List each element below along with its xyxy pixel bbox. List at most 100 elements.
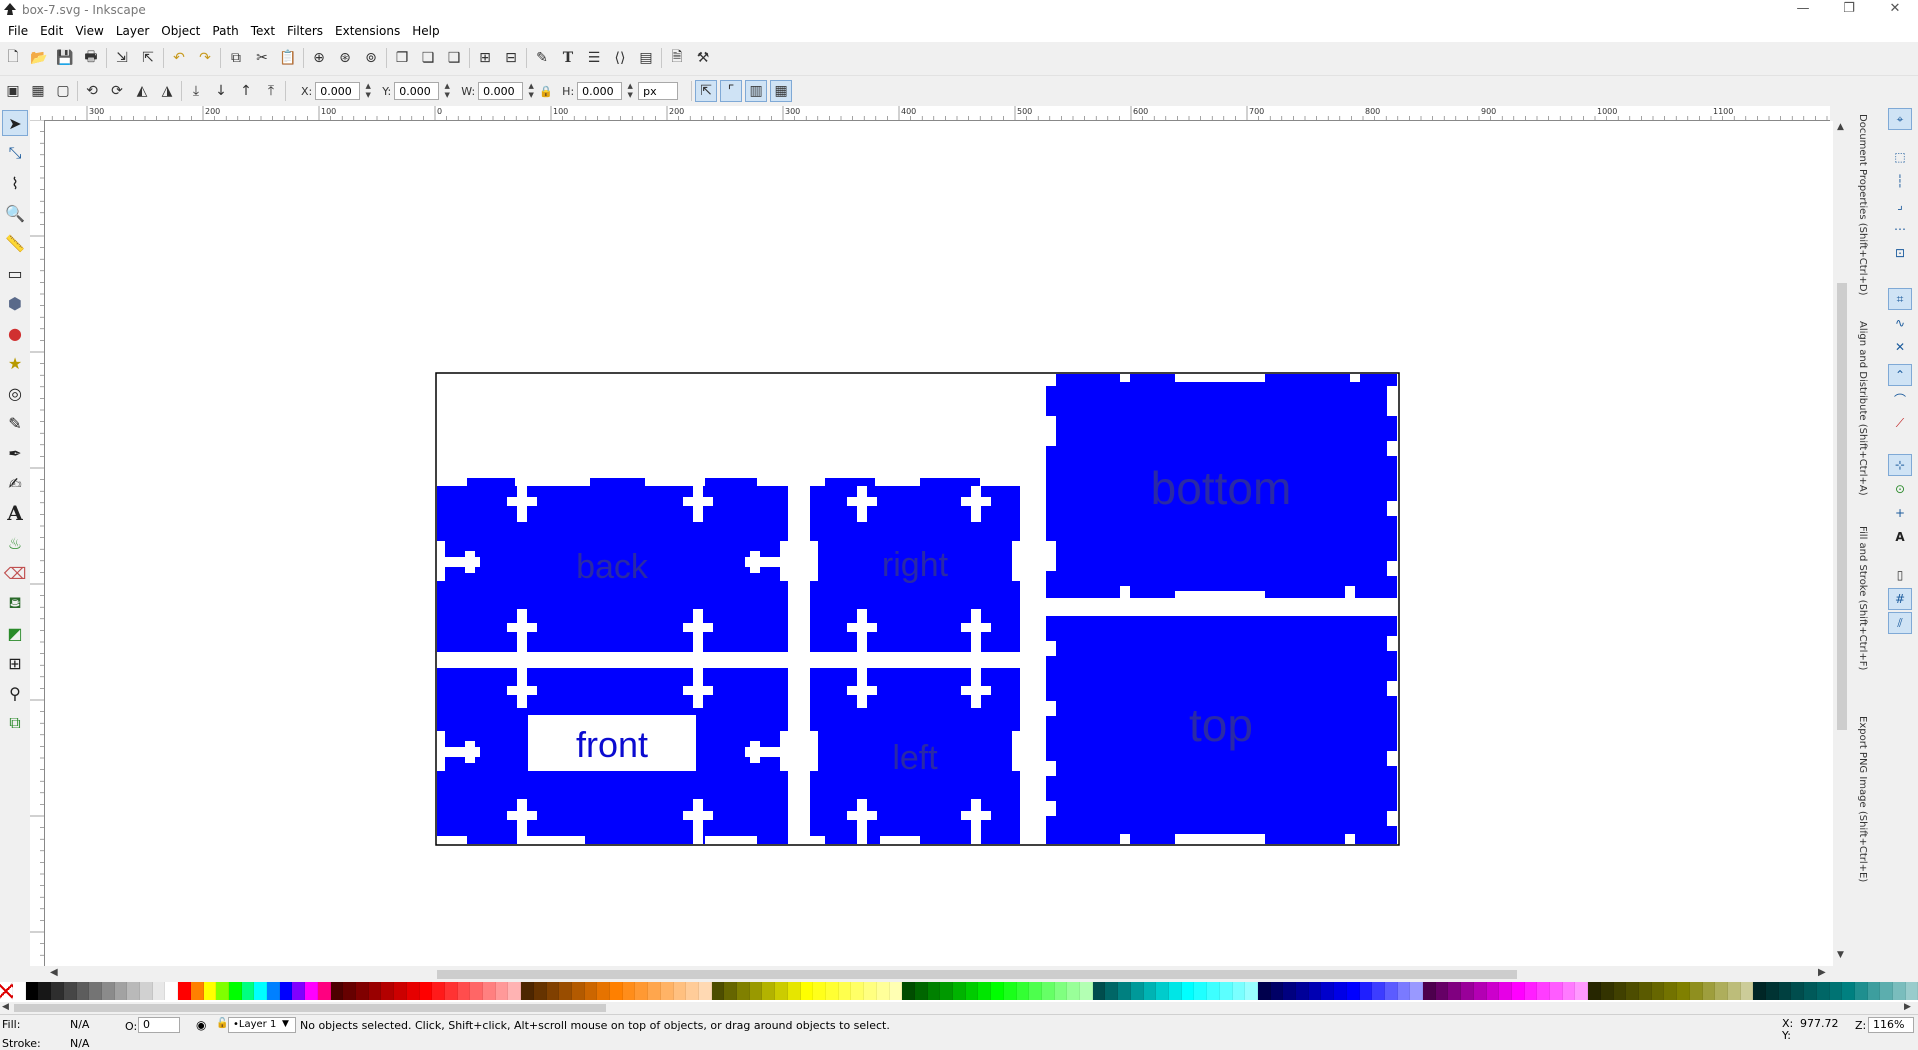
- clone-icon[interactable]: ❏: [417, 47, 439, 69]
- snap-bbox-corner-icon[interactable]: ⌟: [1888, 194, 1912, 216]
- color-swatch[interactable]: [267, 982, 280, 1000]
- color-swatch[interactable]: [902, 982, 915, 1000]
- color-swatch[interactable]: [241, 982, 255, 1000]
- color-swatch[interactable]: [546, 982, 560, 1000]
- duplicate-icon[interactable]: ❐: [391, 47, 413, 69]
- color-swatch[interactable]: [1778, 982, 1792, 1000]
- color-swatch[interactable]: [1639, 982, 1652, 1000]
- color-swatch[interactable]: [1181, 982, 1195, 1000]
- snap-object-center-icon[interactable]: ⊙: [1888, 478, 1912, 500]
- color-swatch[interactable]: [1753, 982, 1767, 1000]
- gradient-icon[interactable]: ◩: [2, 620, 28, 646]
- menu-layer[interactable]: Layer: [112, 24, 157, 38]
- scroll-left-arrow-icon[interactable]: ◀: [50, 967, 58, 978]
- snap-bbox-icon[interactable]: ⬚: [1888, 146, 1912, 168]
- flip-horizontal-icon[interactable]: ◭: [131, 80, 153, 102]
- redo-icon[interactable]: ↷: [194, 47, 216, 69]
- menu-path[interactable]: Path: [208, 24, 246, 38]
- no-paint-swatch[interactable]: [0, 982, 13, 1000]
- color-swatch[interactable]: [1067, 982, 1081, 1000]
- color-swatch[interactable]: [1283, 982, 1297, 1000]
- color-swatch[interactable]: [432, 982, 445, 1000]
- deselect-icon[interactable]: ▢: [52, 80, 74, 102]
- cut-icon[interactable]: ✂: [251, 47, 273, 69]
- snap-guide-icon[interactable]: ⫽: [1888, 612, 1912, 634]
- spray-icon[interactable]: ♨: [2, 530, 28, 556]
- snap-smooth-nodes-icon[interactable]: ⌒: [1888, 388, 1912, 410]
- color-swatch[interactable]: [826, 982, 839, 1000]
- color-swatch[interactable]: [228, 982, 242, 1000]
- color-swatch[interactable]: [89, 982, 102, 1000]
- color-swatch[interactable]: [1511, 982, 1525, 1000]
- menu-help[interactable]: Help: [408, 24, 447, 38]
- color-swatch[interactable]: [1550, 982, 1563, 1000]
- spiral-icon[interactable]: ◎: [2, 380, 28, 406]
- color-swatch[interactable]: [1296, 982, 1309, 1000]
- open-file-icon[interactable]: 📂: [28, 47, 50, 69]
- color-swatch[interactable]: [114, 982, 128, 1000]
- scroll-down-arrow-icon[interactable]: ▼: [1837, 950, 1844, 960]
- color-palette[interactable]: [0, 982, 1918, 1002]
- dock-tab-document-properties[interactable]: Document Properties (Shift+Ctrl+D): [1857, 114, 1868, 295]
- color-swatch[interactable]: [394, 982, 407, 1000]
- color-swatch[interactable]: [1321, 982, 1335, 1000]
- drawing-svg[interactable]: back right bottom front left top: [45, 121, 1833, 966]
- menu-object[interactable]: Object: [157, 24, 208, 38]
- color-swatch[interactable]: [1334, 982, 1347, 1000]
- color-swatch[interactable]: [1588, 982, 1601, 1000]
- color-swatch[interactable]: [1740, 982, 1754, 1000]
- color-swatch[interactable]: [1499, 982, 1512, 1000]
- color-swatch[interactable]: [940, 982, 954, 1000]
- color-swatch[interactable]: [495, 982, 509, 1000]
- ellipse-icon[interactable]: ●: [2, 320, 28, 346]
- y-spin-arrows[interactable]: ▲ ▼: [442, 82, 452, 100]
- color-swatch[interactable]: [622, 982, 636, 1000]
- color-swatch[interactable]: [737, 982, 750, 1000]
- color-swatch[interactable]: [1156, 982, 1169, 1000]
- transform-pattern-icon[interactable]: ▦: [770, 80, 793, 102]
- snap-path-intersection-icon[interactable]: ✕: [1888, 336, 1912, 358]
- color-swatch[interactable]: [1118, 982, 1131, 1000]
- color-swatch[interactable]: [1829, 982, 1843, 1000]
- color-swatch[interactable]: [965, 982, 979, 1000]
- palette-scroll-right-icon[interactable]: ▶: [1904, 1002, 1911, 1012]
- color-swatch[interactable]: [1842, 982, 1855, 1000]
- snap-path-icon[interactable]: ∿: [1888, 312, 1912, 334]
- snap-text-baseline-icon[interactable]: A: [1888, 526, 1912, 548]
- zoom-icon[interactable]: 🔍: [2, 200, 28, 226]
- undo-icon[interactable]: ↶: [168, 47, 190, 69]
- color-swatch[interactable]: [1562, 982, 1576, 1000]
- color-swatch[interactable]: [521, 982, 534, 1000]
- snap-page-border-icon[interactable]: ▯: [1888, 564, 1912, 586]
- document-properties-icon[interactable]: 🗎: [666, 47, 688, 69]
- vertical-scroll-thumb[interactable]: [1837, 283, 1847, 730]
- select-all-icon[interactable]: ▣: [2, 80, 24, 102]
- top-label[interactable]: top: [1189, 699, 1253, 751]
- color-swatch[interactable]: [203, 982, 217, 1000]
- color-swatch[interactable]: [406, 982, 420, 1000]
- snap-others-icon[interactable]: ⊹: [1888, 454, 1912, 476]
- color-swatch[interactable]: [38, 982, 52, 1000]
- color-swatch[interactable]: [1473, 982, 1487, 1000]
- color-swatch[interactable]: [1257, 982, 1271, 1000]
- color-swatch[interactable]: [1727, 982, 1741, 1000]
- color-swatch[interactable]: [470, 982, 484, 1000]
- menu-view[interactable]: View: [71, 24, 111, 38]
- w-spin-arrows[interactable]: ▲ ▼: [526, 82, 536, 100]
- zoom-drawing-icon[interactable]: ⊛: [334, 47, 356, 69]
- color-swatch[interactable]: [1766, 982, 1779, 1000]
- color-swatch[interactable]: [1435, 982, 1449, 1000]
- ungroup-icon[interactable]: ⊟: [500, 47, 522, 69]
- color-swatch[interactable]: [483, 982, 496, 1000]
- snap-rotation-center-icon[interactable]: +: [1888, 502, 1912, 524]
- color-swatch[interactable]: [1524, 982, 1538, 1000]
- 3d-box-icon[interactable]: ⬢: [2, 290, 28, 316]
- scale-corners-icon[interactable]: ⌜: [720, 80, 743, 102]
- scroll-right-arrow-icon[interactable]: ▶: [1818, 967, 1826, 978]
- back-label[interactable]: back: [576, 548, 649, 586]
- pencil-icon[interactable]: ✎: [2, 410, 28, 436]
- eraser-icon[interactable]: ⌫: [2, 560, 28, 586]
- color-swatch[interactable]: [178, 982, 191, 1000]
- dock-tab-align-distribute[interactable]: Align and Distribute (Shift+Ctrl+A): [1857, 321, 1868, 496]
- dock-tab-export-png[interactable]: Export PNG Image (Shift+Ctrl+E): [1857, 716, 1868, 882]
